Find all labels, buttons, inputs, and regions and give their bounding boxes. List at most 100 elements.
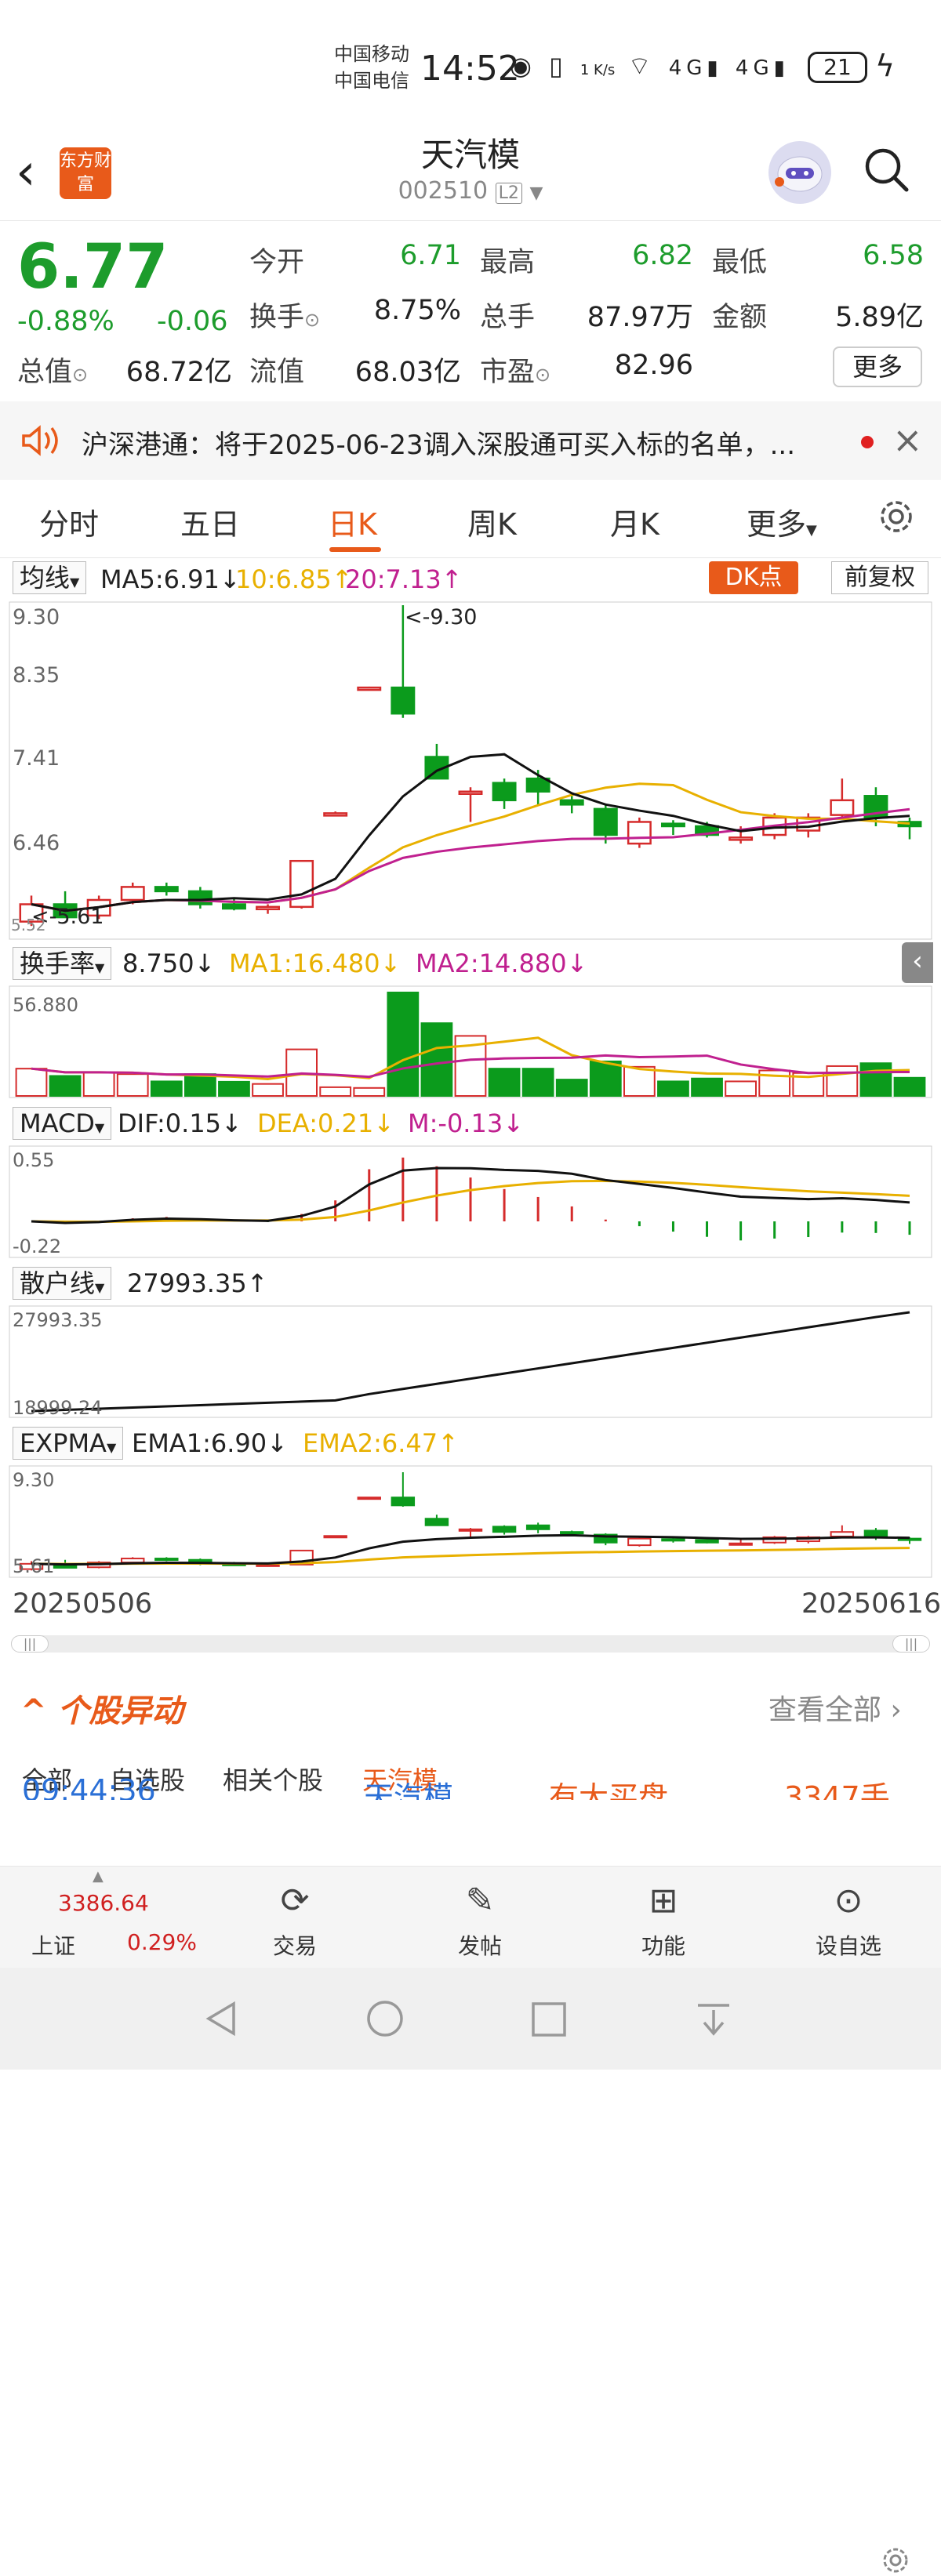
chart-frame bbox=[9, 601, 932, 940]
info-icon[interactable]: ⊙ bbox=[535, 364, 550, 386]
candle-body bbox=[559, 799, 584, 806]
low-value: 6.58 bbox=[863, 240, 924, 271]
bottom-label: 5.52 bbox=[11, 916, 46, 934]
macd-selector[interactable]: MACD▼ bbox=[13, 1107, 112, 1140]
y-tick-3: 7.41 bbox=[13, 746, 60, 771]
candle-body bbox=[256, 905, 281, 911]
candle-body bbox=[728, 836, 754, 841]
speaker-icon bbox=[22, 425, 58, 456]
active-tab-indicator bbox=[329, 547, 381, 552]
expma-candle-body bbox=[424, 1518, 449, 1526]
index-name[interactable]: 上证 bbox=[31, 1929, 75, 1961]
edit-icon: ✎ bbox=[465, 1881, 495, 1921]
nav-down-icon[interactable] bbox=[695, 2001, 734, 2040]
more-dots-icon: ⊙ bbox=[834, 1881, 863, 1921]
candle-body bbox=[323, 812, 348, 817]
nav-recent-icon[interactable] bbox=[530, 2001, 569, 2040]
unread-dot bbox=[861, 436, 874, 448]
dropdown-icon: ▼ bbox=[70, 575, 80, 590]
trade-label: 交易 bbox=[272, 1933, 317, 1959]
volume-max-label: 56.880 bbox=[13, 994, 78, 1016]
tab-daily-k[interactable]: 日K bbox=[328, 500, 377, 543]
robot-icon bbox=[775, 156, 823, 192]
post-button[interactable]: ✎ 发帖 bbox=[433, 1867, 527, 1968]
notice-bar[interactable]: 沪深港通：将于2025-06-23调入深股通可买入标的名单，... × bbox=[0, 401, 941, 480]
volume-bar bbox=[657, 1080, 689, 1098]
volume-bar bbox=[49, 1075, 82, 1097]
expma-candle-body bbox=[121, 1558, 145, 1564]
volume-ma2: MA2:14.880↓ bbox=[416, 949, 588, 978]
volume-selector[interactable]: 换手率▼ bbox=[13, 947, 112, 980]
change-amount: -0.06 bbox=[157, 306, 228, 337]
ma-selector[interactable]: 均线▼ bbox=[13, 561, 87, 594]
volume-ma1: MA1:16.480↓ bbox=[229, 949, 401, 978]
open-value: 6.71 bbox=[400, 240, 461, 271]
grid-icon: ⊞ bbox=[649, 1881, 678, 1921]
view-all-link[interactable]: 查看全部 › bbox=[768, 1687, 902, 1728]
candle-body bbox=[660, 822, 685, 828]
turnover-value: 8.75% bbox=[373, 295, 461, 326]
float-cap-value: 68.03亿 bbox=[354, 357, 461, 388]
gear-icon[interactable] bbox=[877, 497, 916, 536]
gear-icon[interactable] bbox=[880, 2545, 911, 2576]
tab-intraday[interactable]: 分时 bbox=[39, 500, 99, 543]
adjust-button[interactable]: 前复权 bbox=[831, 561, 928, 594]
expma-selector[interactable]: EXPMA▼ bbox=[13, 1427, 124, 1460]
dropdown-icon: ▼ bbox=[806, 522, 817, 539]
retail-selector[interactable]: 散户线▼ bbox=[13, 1267, 112, 1300]
expma-candle-body bbox=[830, 1531, 855, 1537]
float-cap-label: 流值 bbox=[249, 357, 305, 388]
section-title[interactable]: ^ 个股异动 bbox=[20, 1685, 183, 1731]
dk-point-button[interactable]: DK点 bbox=[709, 561, 798, 594]
scroll-handle-right[interactable]: ||| bbox=[892, 1635, 930, 1653]
chevron-down-icon: ▼ bbox=[529, 183, 543, 203]
collapse-handle[interactable]: ‹ bbox=[902, 942, 933, 983]
tab-five-day[interactable]: 五日 bbox=[180, 500, 240, 543]
function-button[interactable]: ⊞ 功能 bbox=[616, 1867, 710, 1968]
tab-monthly-k[interactable]: 月K bbox=[610, 500, 659, 543]
carrier-1: 中国移动 bbox=[334, 43, 409, 65]
post-label: 发帖 bbox=[457, 1933, 502, 1959]
battery-icon: 21 bbox=[808, 52, 867, 83]
volume-bar bbox=[826, 1065, 859, 1097]
open-label: 今开 bbox=[249, 247, 305, 278]
candlestick-chart[interactable] bbox=[0, 596, 941, 941]
chart-scrollbar[interactable]: ||| ||| bbox=[11, 1635, 930, 1653]
list-item[interactable]: 09:44:36 天汽模 有大买盘 3347手 bbox=[0, 1753, 941, 1800]
retail-bottom-label: 18999.24 bbox=[13, 1397, 103, 1419]
volume-bar bbox=[725, 1080, 758, 1098]
watchlist-button[interactable]: ⊙ 设自选 bbox=[801, 1867, 896, 1968]
macd-chart bbox=[9, 1145, 932, 1258]
trade-button[interactable]: ⟳ 交易 bbox=[248, 1867, 342, 1968]
volume-bar bbox=[252, 1083, 284, 1098]
retail-line bbox=[31, 1311, 910, 1413]
tab-weekly-k[interactable]: 周K bbox=[467, 500, 517, 543]
search-icon[interactable] bbox=[863, 146, 910, 193]
candle-body bbox=[357, 686, 382, 691]
volume-bar bbox=[150, 1080, 183, 1098]
nav-back-icon[interactable] bbox=[202, 1999, 242, 2038]
nav-home-icon[interactable] bbox=[365, 1999, 405, 2038]
tab-more[interactable]: 更多▼ bbox=[747, 500, 817, 543]
assistant-avatar[interactable] bbox=[768, 141, 831, 204]
expma-candle-body bbox=[154, 1558, 179, 1562]
index-change[interactable]: 0.29% bbox=[127, 1929, 197, 1955]
status-time: 14:52 bbox=[420, 49, 520, 89]
stock-code: 002510 bbox=[398, 177, 489, 205]
ema2-value: EMA2:6.47↑ bbox=[303, 1428, 459, 1458]
status-bar: 中国移动 中国电信 14:52 ◉ ▯ 1 K/s ⌔ 4G▮ 4G▮ 21 ϟ bbox=[0, 0, 941, 133]
start-date: 20250506 bbox=[13, 1588, 153, 1620]
y-tick-4: 6.46 bbox=[13, 831, 60, 855]
period-tabs: 分时 五日 日K 周K 月K 更多▼ bbox=[0, 480, 941, 558]
info-icon[interactable]: ⊙ bbox=[304, 309, 320, 331]
item-time: 09:44:36 bbox=[22, 1773, 156, 1800]
carrier-info: 中国移动 中国电信 bbox=[334, 41, 409, 94]
macd-dif: DIF:0.15↓ bbox=[118, 1108, 242, 1138]
scroll-handle-left[interactable]: ||| bbox=[11, 1635, 49, 1653]
candle-body bbox=[593, 807, 618, 836]
close-icon[interactable]: × bbox=[892, 419, 923, 461]
more-button[interactable]: 更多 bbox=[833, 346, 922, 387]
index-value[interactable]: 3386.64 bbox=[58, 1890, 149, 1916]
info-icon[interactable]: ⊙ bbox=[72, 364, 88, 386]
volume-bar bbox=[387, 992, 420, 1097]
